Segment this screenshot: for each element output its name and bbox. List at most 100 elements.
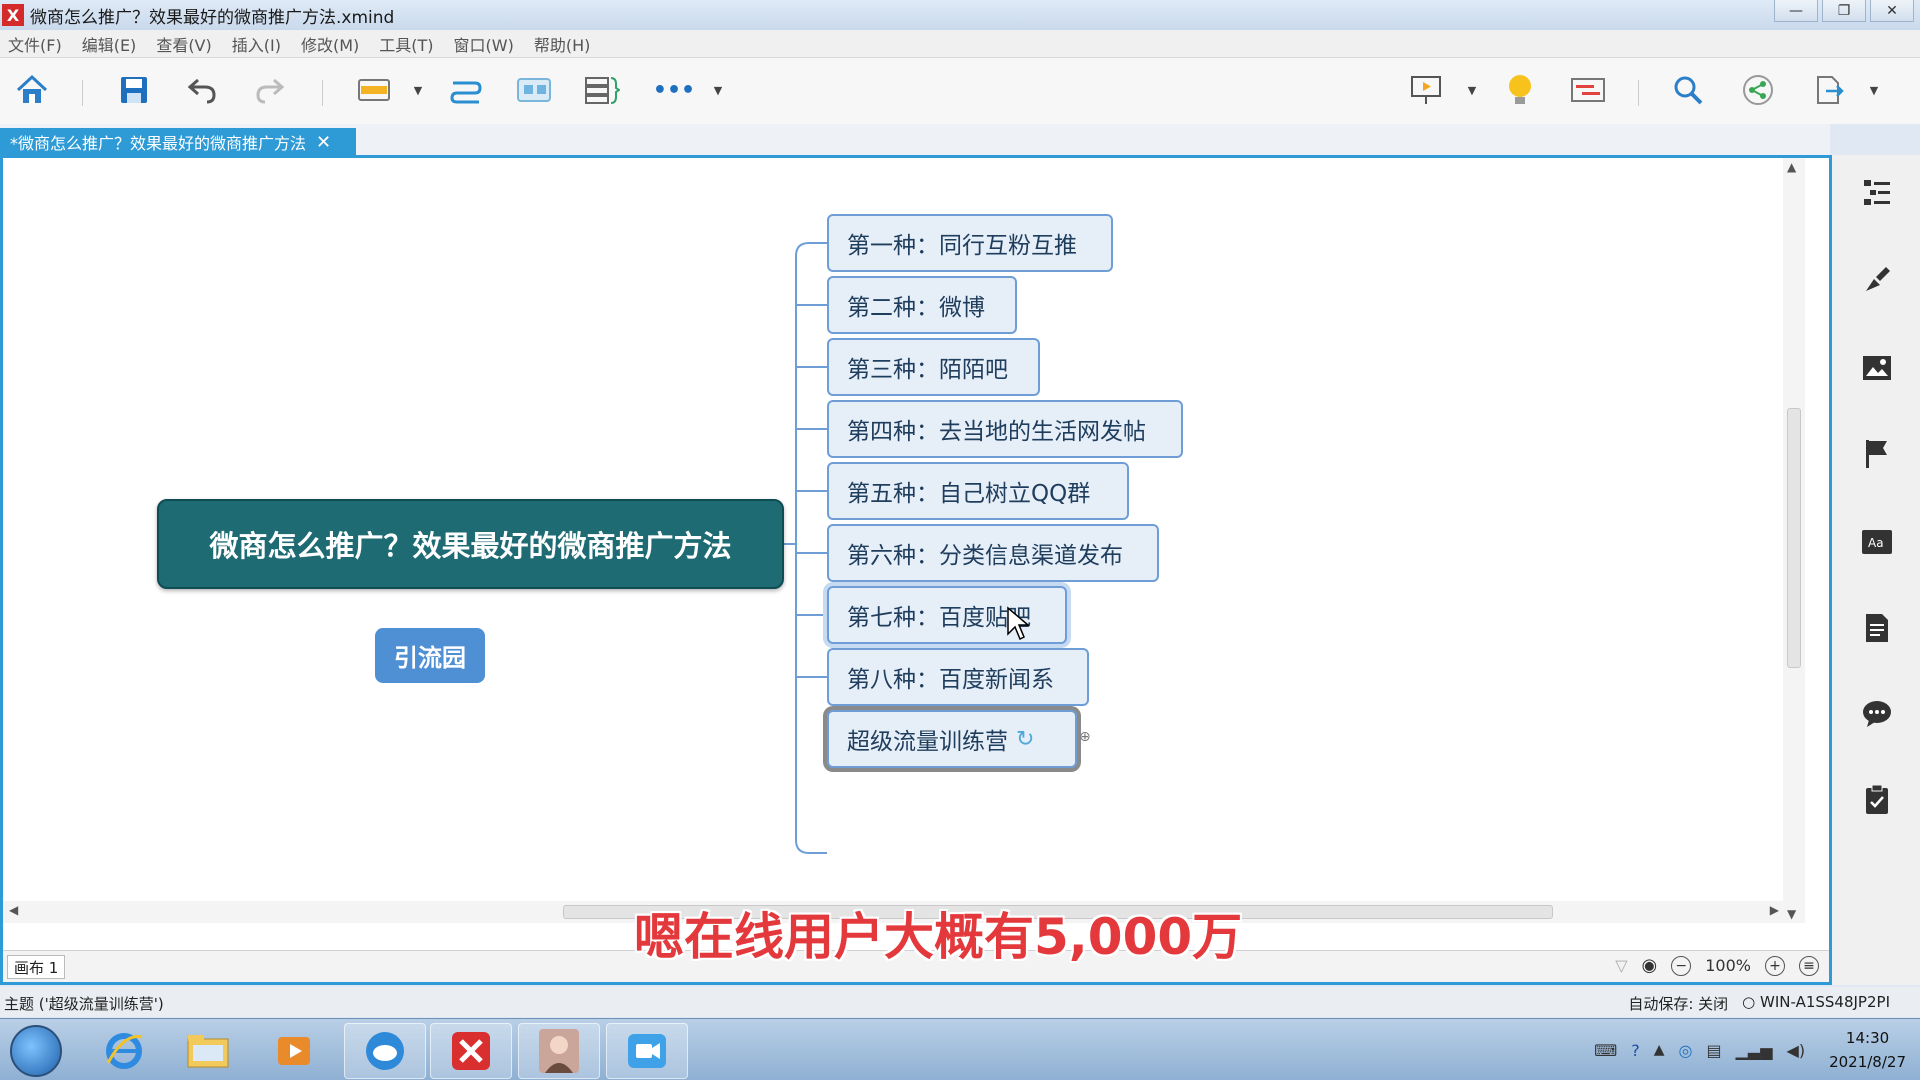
menu-modify[interactable]: 修改(M) bbox=[301, 32, 359, 56]
subtopic-2[interactable]: 第二种：微博 bbox=[827, 276, 1017, 334]
boundary-icon[interactable] bbox=[514, 72, 554, 108]
floating-topic[interactable]: 引流园 bbox=[375, 628, 485, 683]
right-side-panel: Aa bbox=[1832, 155, 1920, 985]
home-icon[interactable] bbox=[12, 72, 52, 108]
gantt-icon[interactable] bbox=[1568, 72, 1608, 108]
zoom-level: 100% bbox=[1705, 956, 1751, 975]
hyperlink-icon[interactable]: ↻ bbox=[1016, 727, 1034, 752]
subtopic-9[interactable]: 超级流量训练营 ↻ bbox=[827, 710, 1077, 768]
window-title: 微商怎么推广？效果最好的微商推广方法.xmind bbox=[30, 7, 395, 28]
outline-icon[interactable] bbox=[1860, 175, 1894, 209]
fit-menu-icon[interactable]: ≡ bbox=[1799, 955, 1819, 976]
volume-icon[interactable]: ◀) bbox=[1787, 1041, 1806, 1060]
scroll-left-icon[interactable]: ◀ bbox=[9, 903, 18, 917]
mindmap-canvas[interactable]: 微商怎么推广？效果最好的微商推广方法 引流园 第一种：同行互粉互推 第二种：微博… bbox=[3, 158, 1805, 923]
tab-close-icon[interactable]: ✕ bbox=[316, 132, 331, 153]
close-button[interactable]: ✕ bbox=[1870, 0, 1914, 22]
subtopic-label: 超级流量训练营 bbox=[847, 729, 1008, 755]
start-button[interactable] bbox=[10, 1025, 62, 1077]
subtopic-8[interactable]: 第八种：百度新闻系 bbox=[827, 648, 1089, 706]
menu-view[interactable]: 查看(V) bbox=[156, 32, 211, 56]
image-icon[interactable] bbox=[1860, 351, 1894, 385]
help-icon[interactable]: ? bbox=[1631, 1041, 1640, 1060]
title-bar: X 微商怎么推广？效果最好的微商推广方法.xmind — ❐ ✕ bbox=[0, 0, 1920, 30]
relationship-icon[interactable] bbox=[446, 72, 486, 108]
format-brush-icon[interactable] bbox=[1860, 263, 1894, 297]
more-dropdown-icon[interactable]: ▼ bbox=[710, 72, 726, 108]
filter-icon[interactable]: ▽ bbox=[1615, 956, 1627, 975]
presentation-dropdown-icon[interactable]: ▼ bbox=[1464, 72, 1480, 108]
vertical-scrollbar[interactable]: ▲ ▼ bbox=[1783, 158, 1805, 923]
export-dropdown-icon[interactable]: ▼ bbox=[1866, 72, 1882, 108]
windows-taskbar: ⌨ ? ▲ ◎ ▤ ▁▃▅ ◀) 14:30 2021/8/27 bbox=[0, 1018, 1920, 1080]
network-status-icon[interactable]: ◎ bbox=[1679, 1041, 1693, 1060]
notes-icon[interactable] bbox=[1860, 611, 1894, 645]
subtopic-5[interactable]: 第五种：自己树立QQ群 bbox=[827, 462, 1129, 520]
subtopic-3[interactable]: 第三种：陌陌吧 bbox=[827, 338, 1040, 396]
comments-icon[interactable] bbox=[1860, 697, 1894, 731]
search-icon[interactable] bbox=[1668, 72, 1708, 108]
autosave-status[interactable]: 自动保存: 关闭 bbox=[1628, 993, 1728, 1014]
subtopic-label: 第五种：自己树立QQ群 bbox=[847, 481, 1091, 507]
subtopic-1[interactable]: 第一种：同行互粉互推 bbox=[827, 214, 1113, 272]
tray-expand-icon[interactable]: ▲ bbox=[1654, 1042, 1665, 1058]
share-icon[interactable] bbox=[1738, 72, 1778, 108]
taskbar-xmind-app[interactable] bbox=[430, 1023, 512, 1079]
video-subtitle: 嗯在线用户大概有5,000万 bbox=[634, 908, 1243, 966]
subtopic-label: 第七种：百度贴吧 bbox=[847, 605, 1031, 631]
host-dot-icon: ○ bbox=[1742, 993, 1761, 1011]
zoom-out-icon[interactable]: − bbox=[1671, 955, 1692, 976]
save-icon[interactable] bbox=[114, 72, 154, 108]
status-selection: 主题 ('超级流量训练营') bbox=[4, 995, 164, 1013]
taskbar-video-app[interactable] bbox=[606, 1023, 688, 1079]
summary-icon[interactable] bbox=[582, 72, 622, 108]
signal-icon[interactable]: ▁▃▅ bbox=[1736, 1041, 1773, 1060]
text-style-icon[interactable]: Aa bbox=[1860, 525, 1894, 559]
status-bar: 主题 ('超级流量训练营') 自动保存: 关闭 ○ WIN-A1SS48JP2P… bbox=[0, 987, 1920, 1017]
mouse-cursor-icon bbox=[1007, 606, 1031, 641]
scroll-up-icon[interactable]: ▲ bbox=[1787, 160, 1796, 174]
clock[interactable]: 14:30 2021/8/27 bbox=[1829, 1026, 1906, 1074]
undo-icon[interactable] bbox=[182, 72, 222, 108]
scroll-right-icon[interactable]: ▶ bbox=[1770, 903, 1779, 917]
subtopic-label: 第二种：微博 bbox=[847, 295, 985, 321]
vertical-scroll-thumb[interactable] bbox=[1787, 408, 1801, 668]
subtopic-4[interactable]: 第四种：去当地的生活网发帖 bbox=[827, 400, 1183, 458]
presentation-icon[interactable] bbox=[1406, 72, 1446, 108]
export-icon[interactable] bbox=[1808, 72, 1848, 108]
minimize-button[interactable]: — bbox=[1774, 0, 1818, 22]
topic-icon[interactable] bbox=[354, 72, 394, 108]
idea-lightbulb-icon[interactable] bbox=[1500, 72, 1540, 108]
tab-document-label: *微商怎么推广？效果最好的微商推广方法 bbox=[10, 134, 307, 153]
scroll-down-icon[interactable]: ▼ bbox=[1787, 907, 1796, 921]
host-name-label: WIN-A1SS48JP2PI bbox=[1760, 993, 1890, 1011]
tab-document[interactable]: *微商怎么推广？效果最好的微商推广方法 ✕ bbox=[0, 128, 356, 156]
menu-tools[interactable]: 工具(T) bbox=[379, 32, 433, 56]
menu-file[interactable]: 文件(F) bbox=[8, 32, 62, 56]
central-topic[interactable]: 微商怎么推广？效果最好的微商推广方法 bbox=[157, 499, 784, 589]
restore-button[interactable]: ❐ bbox=[1822, 0, 1866, 22]
internet-explorer-icon[interactable] bbox=[96, 1027, 152, 1075]
clipboard-tray-icon[interactable]: ▤ bbox=[1706, 1041, 1721, 1060]
menu-insert[interactable]: 插入(I) bbox=[232, 32, 281, 56]
menu-help[interactable]: 帮助(H) bbox=[534, 32, 591, 56]
subtopic-6[interactable]: 第六种：分类信息渠道发布 bbox=[827, 524, 1159, 582]
eye-icon[interactable]: ◉ bbox=[1642, 955, 1658, 976]
zoom-in-icon[interactable]: + bbox=[1765, 955, 1785, 976]
subtopic-label: 第六种：分类信息渠道发布 bbox=[847, 543, 1123, 569]
expand-plus-icon[interactable]: ⊕ bbox=[1079, 729, 1091, 745]
task-clipboard-icon[interactable] bbox=[1860, 783, 1894, 817]
subtopic-label: 第三种：陌陌吧 bbox=[847, 357, 1008, 383]
taskbar-browser-app[interactable] bbox=[344, 1023, 426, 1079]
marker-flag-icon[interactable] bbox=[1860, 437, 1894, 471]
menu-edit[interactable]: 编辑(E) bbox=[82, 32, 137, 56]
sheet-tab[interactable]: 画布 1 bbox=[7, 955, 66, 979]
redo-icon[interactable] bbox=[250, 72, 290, 108]
topic-dropdown-icon[interactable]: ▼ bbox=[410, 72, 426, 108]
taskbar-avatar-app[interactable] bbox=[518, 1023, 600, 1079]
file-explorer-icon[interactable] bbox=[180, 1027, 236, 1075]
menu-window[interactable]: 窗口(W) bbox=[454, 32, 514, 56]
more-icon[interactable]: ••• bbox=[653, 72, 695, 108]
keyboard-icon[interactable]: ⌨ bbox=[1594, 1041, 1617, 1060]
media-player-icon[interactable] bbox=[266, 1027, 322, 1075]
